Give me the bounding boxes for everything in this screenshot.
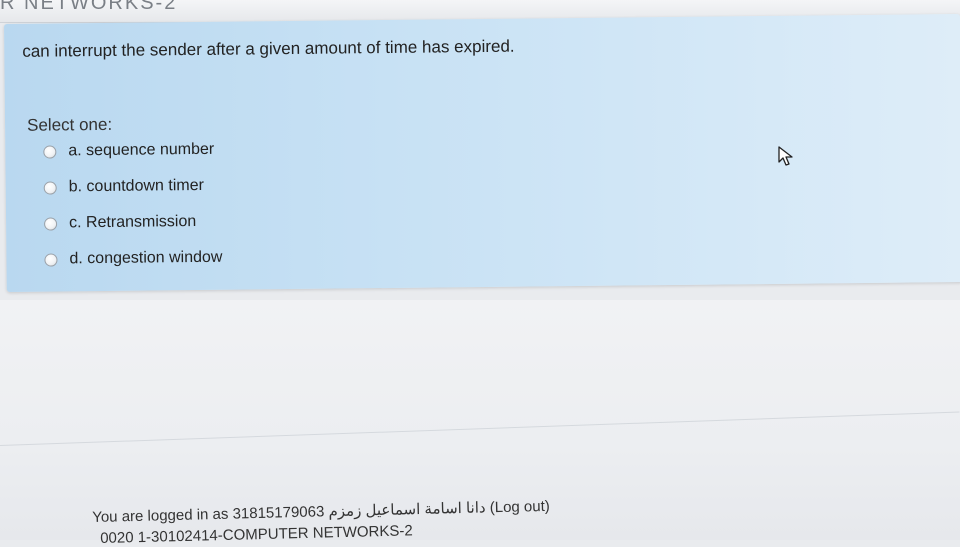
select-one-label: Select one: <box>26 114 113 135</box>
option-c-label: c. Retransmission <box>68 212 197 232</box>
option-b-label: b. countdown timer <box>68 176 204 196</box>
option-d[interactable]: d. congestion window <box>44 246 223 272</box>
radio-option-d[interactable] <box>44 252 58 267</box>
header-title-partial: R NETWORKS-2 <box>0 0 178 14</box>
question-text: can interrupt the sender after a given a… <box>22 36 515 61</box>
option-b[interactable]: b. countdown timer <box>43 174 204 200</box>
radio-option-c[interactable] <box>44 216 58 231</box>
option-d-label: d. congestion window <box>69 248 223 268</box>
logout-link[interactable]: (Log out) <box>490 498 550 516</box>
question-card: can interrupt the sender after a given a… <box>4 13 960 292</box>
radio-option-b[interactable] <box>43 180 57 195</box>
option-c[interactable]: c. Retransmission <box>44 210 196 236</box>
option-a-label: a. sequence number <box>68 140 215 160</box>
mouse-pointer-icon <box>778 146 793 166</box>
radio-option-a[interactable] <box>43 144 57 159</box>
option-a[interactable]: a. sequence number <box>43 138 214 164</box>
